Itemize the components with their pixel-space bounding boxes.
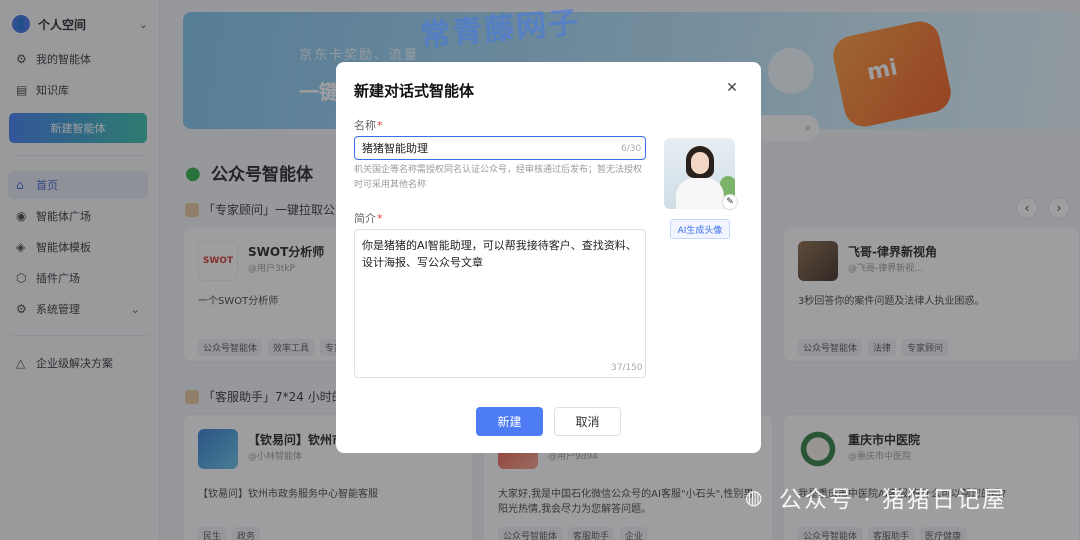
intro-char-counter: 37/150 [611, 363, 643, 373]
required-mark: * [377, 212, 383, 225]
required-mark: * [377, 119, 383, 132]
name-hint: 机关国企等名称需授权同名认证公众号，经审核通过后发布；暂无法授权时可采用其他名称 [354, 165, 643, 190]
name-label: 名称* [354, 117, 383, 133]
pencil-icon[interactable]: ✎ [722, 194, 738, 210]
dialog-title: 新建对话式智能体 [354, 82, 475, 100]
intro-textarea[interactable]: 你是猪猪的AI智能助理，可以帮我接待客户、查找资料、设计海报、写公众号文章 37… [354, 229, 646, 378]
intro-label-text: 简介 [354, 212, 376, 225]
avatar-face [691, 152, 709, 174]
footer-watermark-text: 公众号 · 猪猪日记屋 [779, 487, 1007, 513]
footer-watermark: ◍ 公众号 · 猪猪日记屋 [745, 480, 1007, 514]
avatar-body [676, 178, 724, 209]
name-input[interactable] [354, 136, 646, 160]
cancel-button[interactable]: 取消 [554, 407, 621, 436]
close-icon[interactable]: ✕ [724, 80, 740, 96]
name-char-counter: 6/30 [621, 144, 642, 154]
intro-label: 简介* [354, 210, 383, 226]
create-agent-dialog: 新建对话式智能体 ✕ 名称* 6/30 机关国企等名称需授权同名认证公众号，经审… [336, 62, 761, 453]
wechat-icon: ◍ [745, 485, 765, 509]
create-button[interactable]: 新建 [476, 407, 543, 436]
intro-text: 你是猪猪的AI智能助理，可以帮我接待客户、查找资料、设计海报、写公众号文章 [362, 239, 637, 269]
ai-generate-avatar-button[interactable]: AI生成头像 [670, 219, 730, 239]
name-label-text: 名称 [354, 119, 376, 132]
